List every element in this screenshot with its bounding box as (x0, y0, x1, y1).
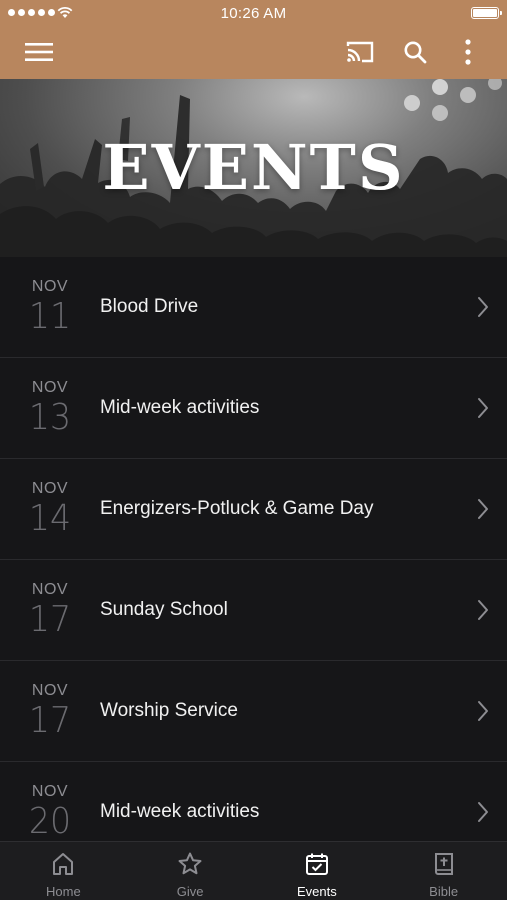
chevron-right-icon (478, 802, 488, 822)
events-list: NOV 11 Blood Drive NOV 13 Mid-week activities… (0, 257, 507, 841)
banner-title: EVENTS (102, 131, 405, 204)
cast-icon (346, 41, 374, 63)
star-icon (178, 852, 202, 875)
status-time: 10:26 AM (220, 5, 287, 22)
event-title: Worship Service (100, 700, 238, 721)
bible-icon (434, 853, 453, 875)
search-icon (404, 41, 427, 64)
chevron-right-icon (478, 600, 488, 620)
event-day: 11 (28, 296, 72, 337)
event-row[interactable]: NOV 17 Sunday School (0, 560, 507, 661)
cast-button[interactable] (342, 34, 378, 70)
event-row[interactable]: NOV 17 Worship Service (0, 661, 507, 762)
event-title: Mid-week activities (100, 801, 260, 822)
menu-button[interactable] (21, 34, 57, 70)
event-row[interactable]: NOV 14 Energizers-Potluck & Game Day (0, 459, 507, 560)
bottom-tab-bar: Home Give Events Bible (0, 841, 507, 900)
tab-bible-label: Bible (429, 884, 459, 899)
event-month: NOV (31, 379, 69, 396)
tab-give[interactable]: Give (127, 842, 254, 900)
status-bar: 10:26 AM (0, 0, 507, 26)
event-day: 13 (28, 397, 72, 438)
event-row[interactable]: NOV 11 Blood Drive (0, 257, 507, 358)
event-row[interactable]: NOV 13 Mid-week activities (0, 358, 507, 459)
event-month: NOV (31, 480, 69, 497)
calendar-check-icon (305, 853, 328, 875)
event-day: 17 (28, 700, 72, 741)
events-banner: EVENTS (0, 79, 507, 257)
chevron-right-icon (478, 701, 488, 721)
tab-bible[interactable]: Bible (380, 842, 507, 900)
home-icon (53, 853, 74, 875)
app-header: 10:26 AM (0, 0, 507, 79)
event-day: 17 (28, 599, 72, 640)
tab-events[interactable]: Events (254, 842, 381, 900)
app-screen: 10:26 AM EVENTS NOV 11 Blood Drive NOV 1… (0, 0, 507, 900)
tab-home[interactable]: Home (0, 842, 127, 900)
tab-events-label: Events (297, 884, 337, 899)
event-day: 20 (28, 801, 72, 841)
event-month: NOV (31, 278, 69, 295)
more-options-button[interactable] (450, 34, 486, 70)
event-title: Energizers-Potluck & Game Day (100, 498, 374, 519)
search-button[interactable] (397, 34, 433, 70)
event-title: Mid-week activities (100, 397, 260, 418)
tab-give-label: Give (176, 884, 204, 899)
event-title: Blood Drive (100, 296, 199, 317)
event-row[interactable]: NOV 20 Mid-week activities (0, 762, 507, 841)
event-title: Sunday School (100, 599, 228, 620)
hamburger-menu-icon (25, 43, 53, 61)
tab-home-label: Home (46, 884, 81, 899)
battery-icon (471, 7, 502, 19)
event-day: 14 (28, 498, 72, 539)
event-month: NOV (31, 783, 69, 800)
event-month: NOV (31, 581, 69, 598)
chevron-right-icon (478, 499, 488, 519)
event-month: NOV (31, 682, 69, 699)
chevron-right-icon (478, 398, 488, 418)
chevron-right-icon (478, 297, 488, 317)
more-vertical-icon (465, 39, 471, 65)
